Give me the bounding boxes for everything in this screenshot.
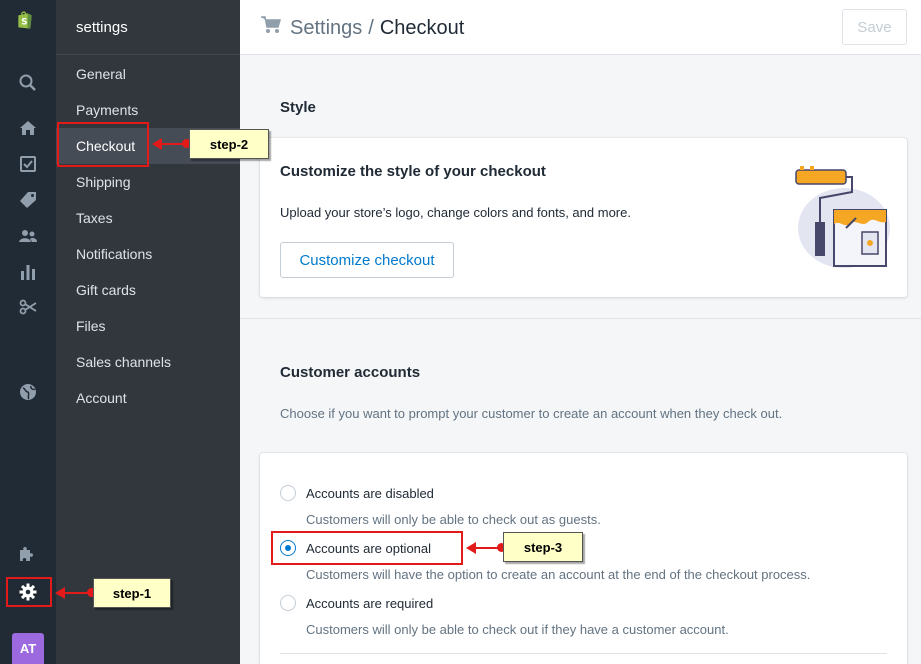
card-divider (280, 653, 887, 654)
style-heading: Style (280, 99, 316, 116)
customers-icon[interactable] (18, 226, 38, 246)
radio-label: Accounts are disabled (306, 485, 434, 501)
step-2-callout: step-2 (189, 129, 269, 159)
nav-item-files[interactable]: Files (56, 308, 240, 344)
cart-icon (260, 14, 290, 42)
radio-label: Accounts are required (306, 595, 434, 611)
customer-accounts-description: Choose if you want to prompt your custom… (280, 406, 783, 421)
settings-nav: settings General Payments Checkout Shipp… (56, 0, 240, 664)
nav-item-sales-channels[interactable]: Sales channels (56, 344, 240, 380)
breadcrumb: Settings / Checkout (260, 14, 464, 42)
highlight-accounts-optional (271, 531, 463, 565)
radio-help-text: Customers will only be able to check out… (306, 512, 601, 527)
apps-icon[interactable] (18, 545, 38, 565)
svg-text:S: S (21, 18, 27, 28)
save-button[interactable]: Save (842, 9, 907, 45)
online-store-icon[interactable] (18, 382, 38, 402)
section-divider (240, 318, 921, 319)
home-icon[interactable] (18, 118, 38, 138)
step-3-arrow (466, 542, 506, 554)
nav-item-account[interactable]: Account (56, 380, 240, 416)
nav-item-shipping[interactable]: Shipping (56, 164, 240, 200)
settings-nav-title: settings (76, 19, 128, 36)
radio-accounts-required[interactable]: Accounts are required (280, 595, 433, 611)
step-2-arrow (152, 138, 191, 150)
discounts-icon[interactable] (18, 297, 38, 317)
nav-item-general[interactable]: General (56, 56, 240, 92)
orders-icon[interactable] (18, 154, 38, 174)
radio-accounts-disabled[interactable]: Accounts are disabled (280, 485, 434, 501)
nav-item-notifications[interactable]: Notifications (56, 236, 240, 272)
step-1-callout: step-1 (93, 578, 171, 608)
avatar[interactable]: AT (12, 633, 44, 664)
breadcrumb-parent[interactable]: Settings (290, 17, 362, 40)
breadcrumb-separator: / (368, 16, 374, 39)
nav-item-gift-cards[interactable]: Gift cards (56, 272, 240, 308)
radio-button[interactable] (280, 485, 296, 501)
search-icon[interactable] (18, 73, 38, 93)
products-icon[interactable] (18, 190, 38, 210)
page-title: Checkout (379, 16, 465, 39)
radio-help-text: Customers will only be able to check out… (306, 622, 729, 637)
global-nav-rail: S AT (0, 0, 56, 664)
highlight-checkout-nav (57, 122, 149, 167)
shopify-logo-icon[interactable]: S (15, 10, 41, 40)
radio-button[interactable] (280, 595, 296, 611)
style-card-text: Upload your store’s logo, change colors … (280, 205, 631, 220)
style-card: Customize the style of your checkout Upl… (260, 138, 907, 297)
step-1-arrow (55, 587, 96, 599)
nav-item-taxes[interactable]: Taxes (56, 200, 240, 236)
page-header: Settings / Checkout Save (240, 0, 921, 55)
step-3-callout: step-3 (503, 532, 583, 562)
highlight-settings-icon (6, 577, 52, 607)
customer-accounts-heading: Customer accounts (280, 364, 421, 381)
radio-help-text: Customers will have the option to create… (306, 567, 811, 582)
paint-roller-illustration (782, 166, 892, 270)
style-card-title: Customize the style of your checkout (280, 163, 546, 180)
customize-checkout-button[interactable]: Customize checkout (280, 242, 454, 278)
analytics-icon[interactable] (18, 262, 38, 282)
